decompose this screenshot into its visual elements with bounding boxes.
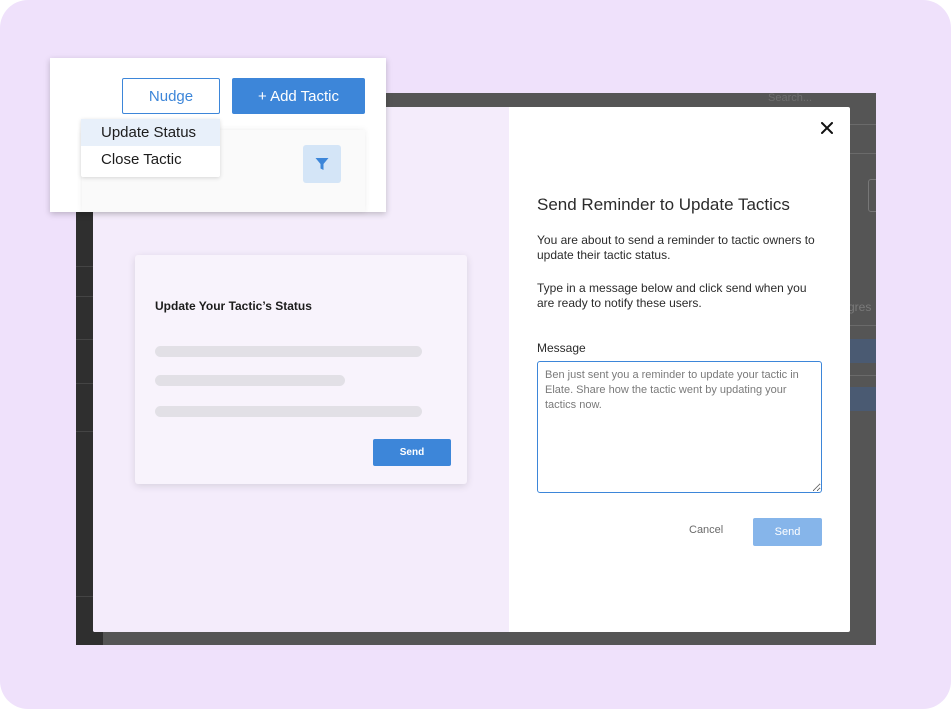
close-icon	[821, 122, 833, 134]
send-button[interactable]: Send	[753, 518, 822, 546]
close-button[interactable]	[818, 119, 836, 137]
background-box	[868, 179, 876, 212]
preview-send-button: Send	[373, 439, 451, 466]
actions-callout: Nudge + Add Tactic Update Status Close T…	[50, 58, 386, 212]
dropdown-item-close-tactic[interactable]: Close Tactic	[81, 146, 220, 173]
nudge-dropdown: Update Status Close Tactic	[81, 119, 220, 177]
status-preview-card: Update Your Tactic’s Status Send	[135, 255, 467, 484]
modal-title: Send Reminder to Update Tactics	[537, 195, 790, 214]
background-row-highlight	[850, 339, 876, 363]
skeleton-line	[155, 406, 422, 417]
modal-instructions: Type in a message below and click send w…	[537, 281, 807, 310]
filter-button[interactable]	[303, 145, 341, 183]
background-divider	[850, 124, 876, 125]
message-textarea[interactable]: Ben just sent you a reminder to update y…	[537, 361, 822, 493]
skeleton-line	[155, 346, 422, 357]
preview-card-title: Update Your Tactic’s Status	[155, 299, 312, 313]
modal-description: You are about to send a reminder to tact…	[537, 233, 815, 262]
cancel-button[interactable]: Cancel	[689, 524, 723, 536]
message-label: Message	[537, 341, 586, 355]
background-divider	[850, 153, 876, 154]
add-tactic-button[interactable]: + Add Tactic	[232, 78, 365, 114]
nudge-button[interactable]: Nudge	[122, 78, 220, 114]
canvas: Search... gres Update Your Tactic’s Stat…	[0, 0, 951, 709]
background-column-header: gres	[848, 300, 872, 314]
background-row-highlight	[850, 387, 876, 411]
dropdown-item-update-status[interactable]: Update Status	[81, 119, 220, 146]
skeleton-line	[155, 375, 345, 386]
background-search-placeholder: Search...	[768, 93, 813, 104]
filter-icon	[315, 158, 329, 170]
background-divider	[850, 325, 876, 326]
background-divider	[850, 375, 876, 376]
